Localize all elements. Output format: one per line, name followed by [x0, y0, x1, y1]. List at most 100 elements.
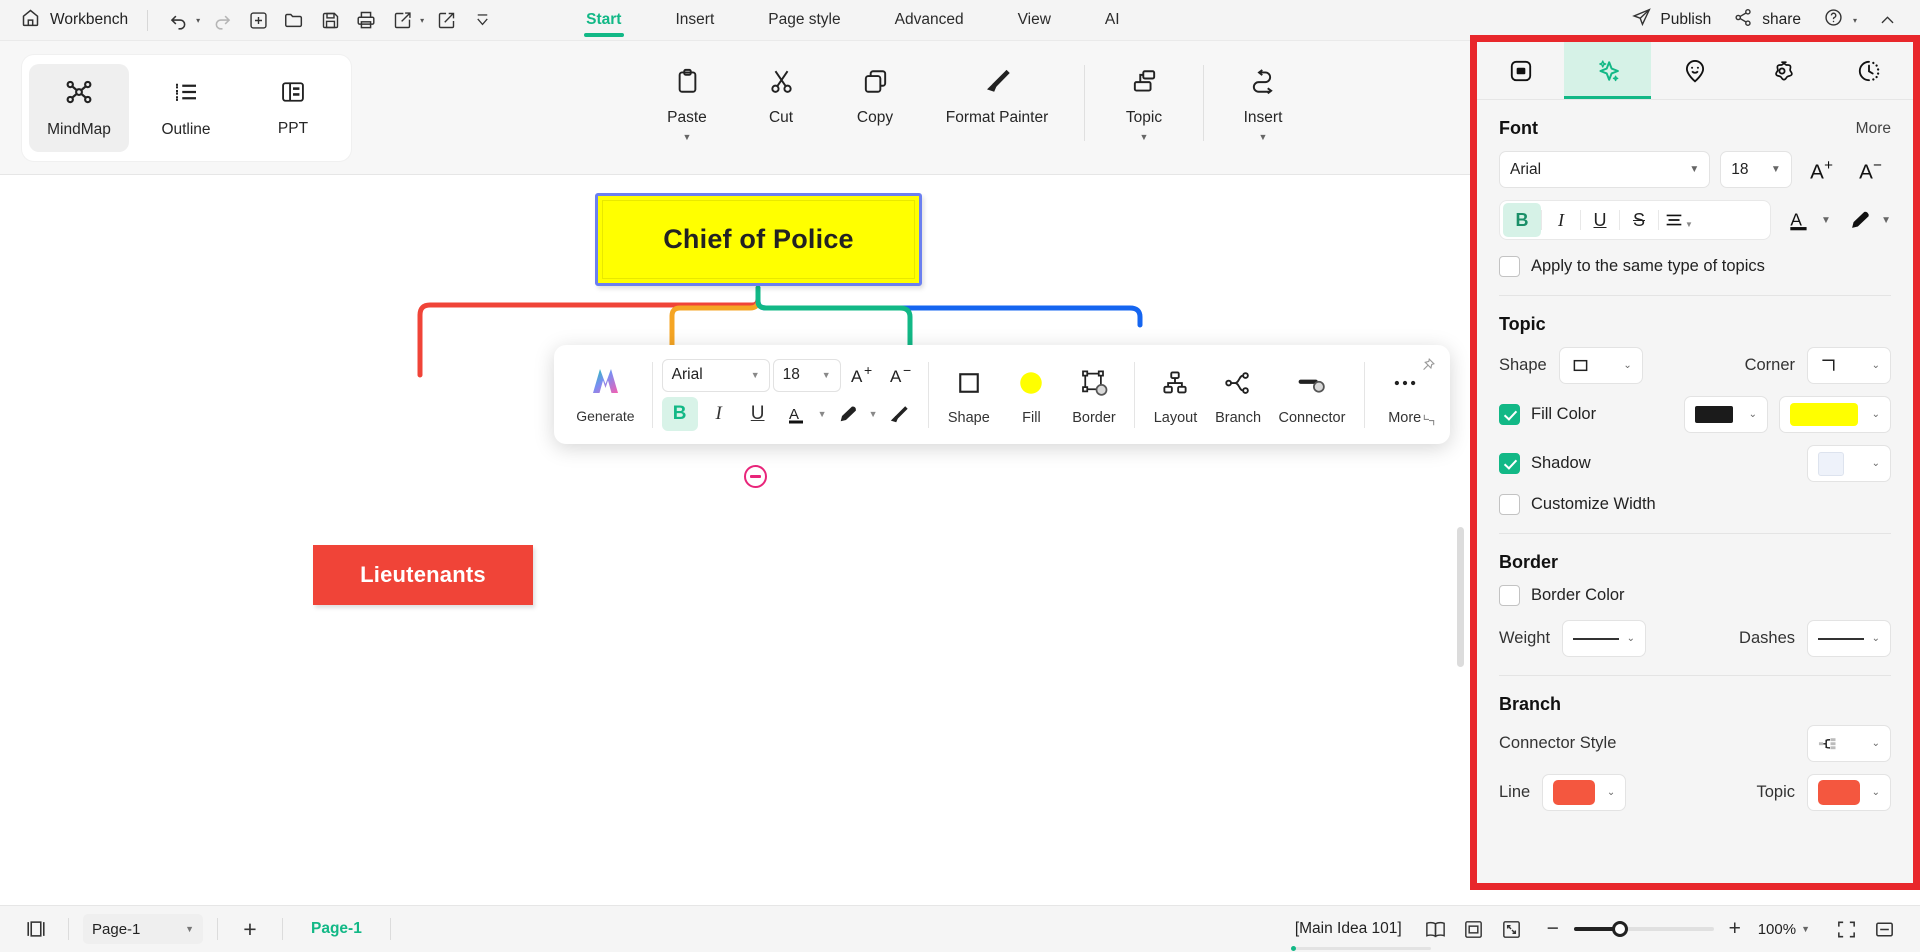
panel-align-button[interactable]: ▼: [1659, 203, 1697, 237]
chevron-down-icon[interactable]: ▼: [1771, 164, 1781, 175]
ai-sparkle-tab[interactable]: [1564, 42, 1652, 99]
chevron-down-icon[interactable]: ⌄: [1872, 458, 1880, 469]
italic-button[interactable]: I: [701, 397, 737, 431]
edit-box-icon[interactable]: [429, 5, 463, 35]
fill-pattern-select[interactable]: ⌄: [1684, 396, 1768, 433]
chevron-down-icon[interactable]: ▼: [1881, 215, 1891, 226]
customize-toolbar-icon[interactable]: [465, 5, 499, 35]
shape-select[interactable]: ⌄: [1558, 347, 1643, 384]
fit-page-icon[interactable]: [1456, 913, 1492, 945]
panel-underline-button[interactable]: U: [1581, 203, 1619, 237]
publish-button[interactable]: Publish: [1622, 2, 1720, 38]
chevron-down-icon[interactable]: ▾: [1853, 16, 1857, 25]
chevron-down-icon[interactable]: ⌄: [1872, 633, 1880, 644]
page-tab-1[interactable]: Page-1: [297, 920, 376, 938]
connector-style-select[interactable]: ⌄: [1807, 725, 1891, 762]
bold-button[interactable]: B: [661, 397, 698, 431]
chevron-down-icon[interactable]: ⌄: [1749, 409, 1757, 420]
emoji-tab[interactable]: [1651, 42, 1738, 99]
panel-italic-button[interactable]: I: [1542, 203, 1580, 237]
shape-button[interactable]: Shape: [938, 364, 1001, 426]
page-select[interactable]: Page-1 ▼: [83, 914, 203, 944]
chevron-down-icon[interactable]: ⌄: [1627, 633, 1635, 644]
view-mode-ppt[interactable]: PPT: [243, 64, 343, 152]
zoom-slider[interactable]: [1573, 921, 1714, 937]
layout-button[interactable]: Layout: [1144, 364, 1207, 426]
branch-button[interactable]: Branch: [1207, 364, 1270, 426]
zoom-in-button[interactable]: +: [1724, 917, 1746, 941]
panel-highlight-button[interactable]: [1841, 202, 1878, 239]
border-weight-select[interactable]: ⌄: [1562, 620, 1647, 657]
tab-ai[interactable]: AI: [1078, 0, 1147, 41]
collapse-topic-button[interactable]: [744, 465, 767, 488]
increase-font-size-button[interactable]: A +: [844, 358, 880, 392]
view-mode-mindmap[interactable]: MindMap: [29, 64, 129, 152]
chevron-down-icon[interactable]: ▼: [185, 924, 194, 934]
pin-toolbar-icon[interactable]: [1419, 357, 1436, 379]
paste-button[interactable]: Paste ▼: [640, 55, 734, 155]
chevron-down-icon[interactable]: ⌄: [1872, 409, 1880, 420]
font-color-button[interactable]: A: [779, 397, 815, 431]
font-more-link[interactable]: More: [1856, 120, 1891, 138]
topic-button[interactable]: Topic ▼: [1097, 55, 1191, 155]
panel-bold-button[interactable]: B: [1503, 203, 1541, 237]
undo-icon[interactable]: [161, 5, 195, 35]
font-size-select[interactable]: 18 ▼: [772, 358, 841, 392]
fullscreen-icon[interactable]: [1828, 913, 1864, 945]
panel-decrease-font-button[interactable]: A −: [1851, 151, 1891, 188]
zoom-level-label[interactable]: 100%: [1758, 921, 1796, 938]
chevron-down-icon[interactable]: ⌄: [1623, 360, 1631, 371]
tab-page-style[interactable]: Page style: [741, 0, 867, 41]
fill-button[interactable]: Fill: [1000, 364, 1063, 426]
new-icon[interactable]: [241, 5, 275, 35]
vertical-scrollbar[interactable]: [1457, 527, 1464, 667]
history-tab[interactable]: [1826, 42, 1913, 99]
book-view-icon[interactable]: [1418, 913, 1454, 945]
fullscreen-fit-icon[interactable]: [1494, 913, 1530, 945]
fill-color-select[interactable]: ⌄: [1779, 396, 1891, 433]
panel-increase-font-button[interactable]: A +: [1802, 151, 1842, 188]
customize-width-checkbox[interactable]: [1499, 494, 1520, 515]
border-color-checkbox[interactable]: [1499, 585, 1520, 606]
add-page-button[interactable]: +: [232, 913, 268, 945]
export-icon[interactable]: [385, 5, 419, 35]
chevron-down-icon[interactable]: ▼: [818, 409, 827, 419]
cut-button[interactable]: Cut: [734, 55, 828, 155]
help-button[interactable]: ▾: [1814, 2, 1866, 38]
format-painter-button[interactable]: Format Painter: [922, 55, 1072, 155]
sticker-tab[interactable]: [1739, 42, 1826, 99]
tab-view[interactable]: View: [991, 0, 1078, 41]
mindmap-root-topic[interactable]: Chief of Police: [595, 193, 922, 286]
copy-button[interactable]: Copy: [828, 55, 922, 155]
save-icon[interactable]: [313, 5, 347, 35]
border-button[interactable]: Border: [1063, 364, 1126, 426]
chevron-down-icon[interactable]: ⌄: [1872, 738, 1880, 749]
tab-insert[interactable]: Insert: [648, 0, 741, 41]
chevron-down-icon[interactable]: ▾: [420, 16, 424, 25]
collapse-ribbon-icon[interactable]: [1870, 5, 1904, 35]
export-button[interactable]: ▾: [385, 5, 427, 35]
resize-toolbar-icon[interactable]: [1422, 413, 1436, 430]
toggle-panel-icon[interactable]: [1866, 913, 1902, 945]
connector-button[interactable]: Connector: [1269, 364, 1354, 426]
chevron-down-icon[interactable]: ▼: [1801, 924, 1810, 934]
border-color-row[interactable]: Border Color: [1499, 585, 1891, 606]
shadow-checkbox[interactable]: [1499, 453, 1520, 474]
apply-same-type-row[interactable]: Apply to the same type of topics: [1499, 256, 1891, 277]
branch-topic-color-select[interactable]: ⌄: [1807, 774, 1891, 811]
insert-button[interactable]: Insert ▼: [1216, 55, 1310, 155]
chevron-down-icon[interactable]: ▼: [1140, 132, 1149, 142]
border-dashes-select[interactable]: ⌄: [1807, 620, 1891, 657]
ai-generate-button[interactable]: Generate: [568, 365, 643, 424]
view-mode-outline[interactable]: Outline: [136, 64, 236, 152]
mindmap-canvas[interactable]: Chief of Police Lieutenants: [0, 175, 1470, 905]
toggle-sidebar-icon[interactable]: [18, 913, 54, 945]
underline-button[interactable]: U: [740, 397, 776, 431]
panel-font-size-select[interactable]: 18 ▼: [1720, 151, 1792, 188]
chevron-down-icon[interactable]: ⌄: [1872, 787, 1880, 798]
chevron-down-icon[interactable]: ⌄: [1872, 360, 1880, 371]
corner-select[interactable]: ⌄: [1807, 347, 1891, 384]
chevron-down-icon[interactable]: ▼: [822, 370, 831, 380]
highlight-button[interactable]: [830, 397, 866, 431]
print-icon[interactable]: [349, 5, 383, 35]
